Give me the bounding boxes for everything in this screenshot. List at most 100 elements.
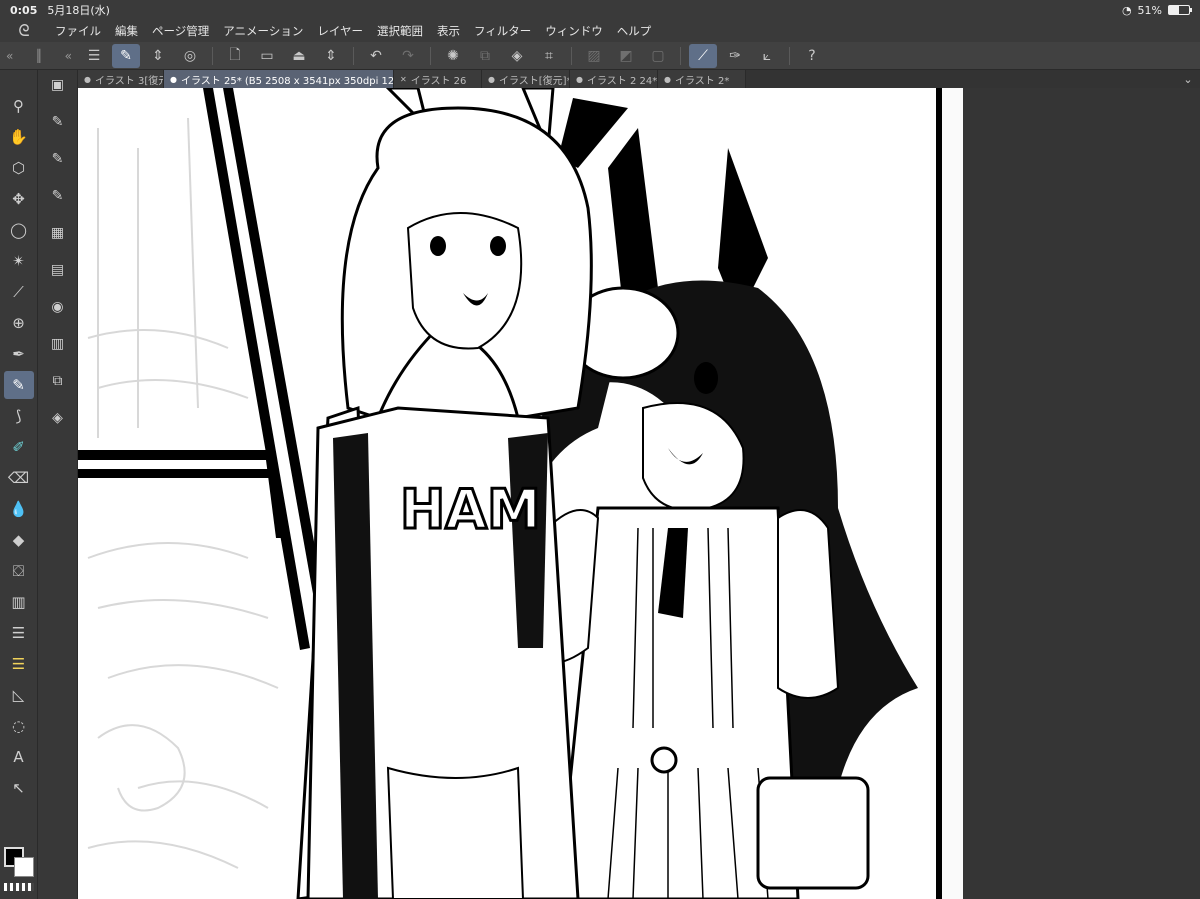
tab-illust-3[interactable]: ● イラスト 3[復元 bbox=[78, 70, 164, 88]
collapse-left-icon[interactable]: « bbox=[6, 49, 13, 63]
command-bar: « ║ « ☰ ✎ ⇕ ◎ 🗋 ▭ ⏏ ⇕ ↶ ↷ ✺ ⧉ ◈ ⌗ ▨ ◩ ▢ … bbox=[0, 42, 1200, 70]
menu-page[interactable]: ページ管理 bbox=[145, 23, 216, 39]
menu-layer[interactable]: レイヤー bbox=[310, 23, 370, 39]
manga-artwork: HAM bbox=[78, 88, 918, 899]
open-folder-icon[interactable]: ▭ bbox=[253, 44, 281, 68]
timeline-icon[interactable]: ▥ bbox=[43, 329, 73, 359]
balloon-tool-icon[interactable]: ◌ bbox=[4, 712, 34, 740]
new-file-icon[interactable]: 🗋 bbox=[221, 44, 249, 68]
menu-help[interactable]: ヘルプ bbox=[610, 23, 659, 39]
tone-icon[interactable]: ◩ bbox=[612, 44, 640, 68]
tab-illust-25[interactable]: ●イラスト 25* (B5 2508 x 3541px 350dpi 120.6… bbox=[164, 70, 394, 88]
pattern-tool-icon[interactable]: ⊕ bbox=[4, 309, 34, 337]
text-tool-icon[interactable]: A bbox=[4, 743, 34, 771]
tab-label: イラスト[復元]* bbox=[498, 75, 570, 87]
tab-illust-restored[interactable]: ● イラスト[復元]* bbox=[482, 70, 570, 88]
tab-illust-26[interactable]: ✕ イラスト 26 bbox=[394, 70, 482, 88]
wifi-icon: ◔ bbox=[1121, 3, 1132, 17]
pen-tool-icon[interactable]: ✒ bbox=[4, 340, 34, 368]
toolbar-separator bbox=[430, 46, 431, 65]
save-icon[interactable]: ⏏ bbox=[285, 44, 313, 68]
menu-filter[interactable]: フィルター bbox=[467, 23, 538, 39]
canvas-area[interactable]: HAM bbox=[78, 88, 1200, 899]
clear-icon[interactable]: ▨ bbox=[580, 44, 608, 68]
subtool-icon[interactable]: ▣ bbox=[43, 70, 73, 100]
crop-icon[interactable]: ⌗ bbox=[535, 44, 563, 68]
move-tool-icon[interactable]: ✥ bbox=[4, 185, 34, 213]
quick-access-icon[interactable]: ✎ bbox=[112, 43, 140, 68]
color-swatches[interactable] bbox=[4, 847, 34, 877]
material-icon[interactable]: ▤ bbox=[43, 255, 73, 285]
color-set-icon[interactable]: ▦ bbox=[43, 218, 73, 248]
pencil-tool-icon[interactable]: ✎ bbox=[3, 371, 34, 399]
tab-modified-icon: ● bbox=[84, 74, 91, 84]
layer-property-icon[interactable]: ✎ bbox=[43, 107, 73, 137]
tab-modified-icon: ● bbox=[664, 74, 671, 84]
toolbar-separator bbox=[789, 46, 790, 65]
brush-tool-icon[interactable]: ⟆ bbox=[4, 402, 34, 430]
frame-icon[interactable]: ▢ bbox=[644, 44, 672, 68]
battery-icon bbox=[1168, 5, 1192, 15]
tab-label: イラスト 2* bbox=[674, 75, 730, 87]
tab-illust-2[interactable]: ● イラスト 2* bbox=[658, 70, 746, 88]
ruler-tool-icon[interactable]: ◺ bbox=[4, 681, 34, 709]
blend-tool-icon[interactable]: 💧 bbox=[4, 495, 34, 523]
navigator-icon[interactable]: ◉ bbox=[43, 292, 73, 322]
fill-tool-icon[interactable]: ◆ bbox=[4, 526, 34, 554]
transparent-color-bar[interactable] bbox=[4, 883, 34, 891]
stamp-tool-icon[interactable]: ⛋ bbox=[4, 557, 34, 585]
operation-tool-icon[interactable]: ⬡ bbox=[4, 154, 34, 182]
help-icon[interactable]: ? bbox=[798, 44, 826, 68]
brush-snap-icon[interactable]: ✑ bbox=[721, 44, 749, 68]
tab-label: イラスト 26 bbox=[410, 75, 467, 87]
zoom-tool-icon[interactable]: ⚲ bbox=[4, 92, 34, 120]
tabs-dropdown-chevron-icon[interactable]: ⌄ bbox=[1176, 70, 1200, 88]
menu-file[interactable]: ファイル bbox=[48, 23, 108, 39]
text-frame-icon[interactable]: ☰ bbox=[4, 650, 34, 678]
transform-icon[interactable]: ⧉ bbox=[471, 44, 499, 68]
magic-wand-icon[interactable]: ✴ bbox=[4, 247, 34, 275]
fill-bucket-icon[interactable]: ◈ bbox=[503, 44, 531, 68]
status-bar: 0:05 5月18日(水) ◔ 51% bbox=[0, 0, 1200, 20]
eraser-icon[interactable]: ⌫ bbox=[4, 464, 34, 492]
redo-icon[interactable]: ↷ bbox=[394, 44, 422, 68]
tab-modified-icon: ● bbox=[170, 74, 177, 84]
hand-tool-icon[interactable]: ✋ bbox=[4, 123, 34, 151]
tool-property-icon[interactable]: ✎ bbox=[43, 181, 73, 211]
menu-window[interactable]: ウィンドウ bbox=[538, 23, 610, 39]
loading-icon[interactable]: ✺ bbox=[439, 44, 467, 68]
tab-illust-2-24[interactable]: ● イラスト 2 24* bbox=[570, 70, 658, 88]
eyedropper-icon[interactable]: ⟋ bbox=[4, 278, 34, 306]
lasso-tool-icon[interactable]: ◯ bbox=[4, 216, 34, 244]
menu-selection[interactable]: 選択範囲 bbox=[370, 23, 430, 39]
collapse-sub-icon[interactable]: « bbox=[65, 49, 72, 63]
spiral-icon[interactable]: ◎ bbox=[176, 44, 204, 68]
object-select-icon[interactable]: ↖ bbox=[4, 774, 34, 802]
layer-tool-icon[interactable]: ☰ bbox=[4, 619, 34, 647]
brush-size-icon[interactable]: ✎ bbox=[43, 144, 73, 174]
gradient-tool-icon[interactable]: ▥ bbox=[4, 588, 34, 616]
up-down-icon[interactable]: ⇕ bbox=[144, 44, 172, 68]
menu-edit[interactable]: 編集 bbox=[108, 23, 145, 39]
toolbar-separator bbox=[353, 46, 354, 65]
tab-label: イラスト 2 24* bbox=[586, 75, 658, 87]
tab-modified-icon: ● bbox=[576, 74, 583, 84]
sub-color-swatch[interactable] bbox=[14, 857, 34, 877]
airbrush-tool-icon[interactable]: ✐ bbox=[4, 433, 34, 461]
drag-handle-icon[interactable]: ║ bbox=[35, 49, 42, 63]
vector-snap-icon[interactable]: ⟀ bbox=[753, 44, 781, 68]
layers-icon[interactable]: ◈ bbox=[43, 403, 73, 433]
ruler-snap-icon[interactable]: ⟋ bbox=[689, 43, 717, 68]
up-down-2-icon[interactable]: ⇕ bbox=[317, 44, 345, 68]
battery-percent: 51% bbox=[1137, 3, 1162, 17]
tab-close-icon[interactable]: ✕ bbox=[400, 75, 407, 84]
menu-animation[interactable]: アニメーション bbox=[216, 23, 310, 39]
undo-icon[interactable]: ↶ bbox=[362, 44, 390, 68]
tab-label: イラスト 25* (B5 2508 x 3541px 350dpi 120.6%… bbox=[180, 75, 394, 87]
hamburger-menu-icon[interactable]: ☰ bbox=[80, 44, 108, 68]
tab-label: イラスト 3[復元 bbox=[94, 75, 164, 87]
app-logo-icon[interactable]: ᘓ bbox=[0, 21, 48, 41]
layer-search-icon[interactable]: ⧉ bbox=[43, 366, 73, 396]
menu-view[interactable]: 表示 bbox=[430, 23, 467, 39]
shirt-text: HAM bbox=[400, 478, 541, 541]
